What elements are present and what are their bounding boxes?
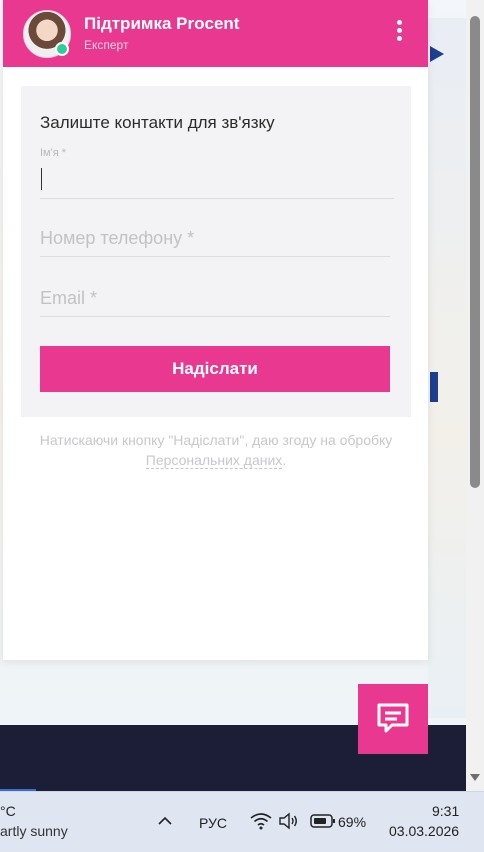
battery-icon[interactable] bbox=[310, 814, 336, 828]
consent-text-end: . bbox=[282, 452, 287, 468]
chat-header: Підтримка Procent Експерт bbox=[3, 0, 428, 67]
chat-title: Підтримка Procent bbox=[84, 14, 240, 33]
windows-taskbar: °C artly sunny РУС 69% 9:31 03.03.2026 bbox=[0, 791, 484, 852]
chat-toggle-button[interactable] bbox=[358, 684, 428, 754]
phone-input[interactable] bbox=[40, 220, 390, 257]
clock-time[interactable]: 9:31 bbox=[432, 803, 459, 819]
name-input[interactable] bbox=[40, 164, 394, 199]
consent-text-main: Натискаючи кнопку "Надіслати", даю згоду… bbox=[39, 432, 393, 448]
chat-widget: Підтримка Procent Експерт Залиште контак… bbox=[3, 0, 428, 660]
clock-date[interactable]: 03.03.2026 bbox=[389, 823, 459, 839]
wifi-icon[interactable] bbox=[250, 812, 272, 830]
chat-bubble-icon bbox=[377, 703, 409, 733]
more-vertical-icon[interactable] bbox=[391, 20, 407, 46]
online-status-icon bbox=[55, 42, 69, 56]
consent-text: Натискаючи кнопку "Надіслати", даю згоду… bbox=[21, 430, 411, 470]
contact-form: Залиште контакти для зв'язку Ім'я * Наді… bbox=[21, 86, 411, 417]
speaker-icon[interactable] bbox=[278, 812, 298, 830]
form-heading: Залиште контакти для зв'язку bbox=[40, 113, 275, 132]
background-accent-shape bbox=[430, 372, 438, 402]
background-stripe bbox=[428, 18, 466, 718]
text-caret bbox=[41, 168, 42, 190]
chevron-up-icon[interactable] bbox=[158, 816, 172, 826]
scroll-down-arrow-icon[interactable] bbox=[470, 774, 480, 781]
weather-temperature[interactable]: °C bbox=[0, 803, 16, 819]
weather-description[interactable]: artly sunny bbox=[0, 823, 68, 839]
scrollbar-thumb[interactable] bbox=[470, 16, 480, 488]
battery-percent: 69% bbox=[338, 814, 367, 830]
background-arrow-shape bbox=[430, 46, 444, 62]
chat-subtitle: Експерт bbox=[84, 38, 129, 52]
email-input[interactable] bbox=[40, 280, 390, 317]
language-indicator[interactable]: РУС bbox=[199, 815, 227, 831]
submit-button[interactable]: Надіслати bbox=[40, 346, 390, 392]
name-label: Ім'я * bbox=[40, 147, 67, 159]
personal-data-link[interactable]: Персональних даних bbox=[145, 452, 283, 469]
